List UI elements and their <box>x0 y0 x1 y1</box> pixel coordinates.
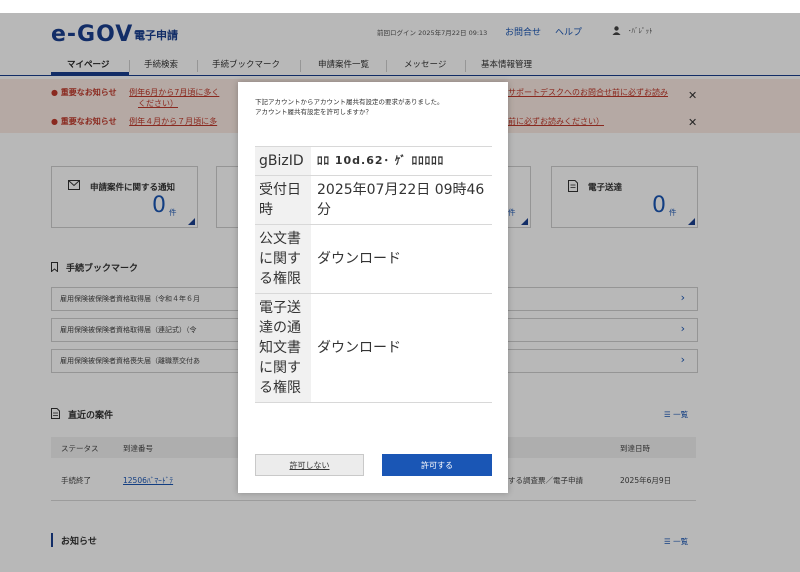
row-value-gbizid: ﾛﾛ 10d.62･ ｹﾞ ﾛﾛﾛﾛﾛ <box>311 146 492 176</box>
dialog-message: 下記アカウントからアカウント履共有設定の要求がありました。 アカウント履共有設定… <box>255 98 444 116</box>
row-label-official-doc-permission: 公文書に関する権限 <box>255 224 311 294</box>
row-value-e-delivery-permission: ダウンロード <box>311 293 492 403</box>
table-row: gBizID ﾛﾛ 10d.62･ ｹﾞ ﾛﾛﾛﾛﾛ <box>255 146 492 176</box>
table-row: 電子送達の通知文書に関する権限 ダウンロード <box>255 293 492 403</box>
request-details-table: gBizID ﾛﾛ 10d.62･ ｹﾞ ﾛﾛﾛﾛﾛ 受付日時 2025年07月… <box>255 146 492 403</box>
row-label-received-at: 受付日時 <box>255 175 311 225</box>
allow-button[interactable]: 許可する <box>382 454 492 476</box>
deny-button[interactable]: 許可しない <box>255 454 364 476</box>
row-value-received-at: 2025年07月22日 09時46分 <box>311 175 492 225</box>
browser-top-strip <box>0 0 800 13</box>
account-sharing-dialog: 下記アカウントからアカウント履共有設定の要求がありました。 アカウント履共有設定… <box>238 82 508 493</box>
row-label-e-delivery-permission: 電子送達の通知文書に関する権限 <box>255 293 311 403</box>
table-row: 受付日時 2025年07月22日 09時46分 <box>255 175 492 225</box>
table-row: 公文書に関する権限 ダウンロード <box>255 224 492 294</box>
row-value-official-doc-permission: ダウンロード <box>311 224 492 294</box>
row-label-gbizid: gBizID <box>255 146 311 176</box>
